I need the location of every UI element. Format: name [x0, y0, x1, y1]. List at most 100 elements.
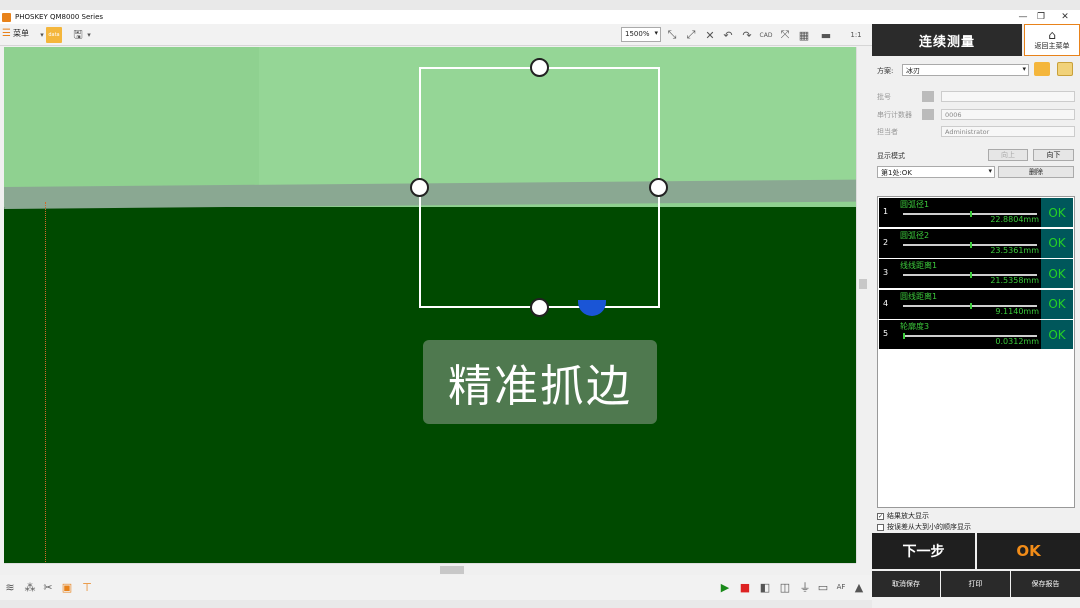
zoom-fit-icon[interactable]: ⤢	[683, 27, 699, 43]
result-name: 轮廓度3	[900, 322, 930, 331]
zoom-result-checkbox[interactable]: ✓ 结果放大显示	[877, 511, 929, 521]
image-toolbar: ☰ 菜单 ▾ data 🖫 ▾ 1500% ▾ ⤡ ⤢ ✕ ↶ ↷ CAD ⤧ ▦…	[0, 24, 872, 46]
tolerance-marker	[970, 272, 972, 278]
undo-icon[interactable]: ↶	[720, 27, 736, 43]
redo-icon[interactable]: ↷	[739, 27, 755, 43]
network-icon[interactable]: ⁂	[22, 579, 38, 595]
lamp-icon[interactable]: ⏚	[797, 579, 813, 595]
home-label: 返回主菜单	[1034, 42, 1070, 50]
bottom-strip	[0, 600, 872, 608]
zoom-select[interactable]: 1500% ▾	[621, 27, 661, 42]
auto-icon[interactable]: ◧	[757, 579, 773, 595]
result-index: 2	[883, 237, 889, 247]
caret-down-icon[interactable]: ▾	[84, 27, 94, 43]
clear-icon[interactable]: ✕	[702, 27, 718, 43]
result-value: 9.1140mm	[995, 306, 1039, 316]
plan-open-icon[interactable]	[1057, 62, 1073, 76]
owner-field[interactable]: Administrator	[941, 126, 1075, 137]
roi-handle-bottom[interactable]	[530, 298, 549, 317]
zoom-value: 1500%	[625, 30, 650, 38]
plan-data-icon[interactable]	[1034, 62, 1050, 76]
stop-icon[interactable]: ■	[737, 579, 753, 595]
display-icon[interactable]: ▬	[818, 27, 834, 43]
restore-icon[interactable]: ❐	[1028, 10, 1054, 24]
pointer-marker	[578, 300, 606, 316]
result-name: 线线距离1	[900, 261, 938, 270]
home-icon: ⌂	[1048, 28, 1056, 42]
fit-view-icon[interactable]: ⤡	[664, 27, 680, 43]
result-value: 21.5358mm	[990, 276, 1039, 285]
roi-handle-top[interactable]	[530, 58, 549, 77]
cad-icon[interactable]: CAD	[758, 27, 774, 43]
display-mode-value: 第1处:OK	[881, 169, 912, 177]
serial-gear-icon[interactable]	[922, 109, 934, 120]
result-row[interactable]: 4 圆线距离1 9.1140mm OK	[879, 289, 1073, 319]
zoom-result-label: 结果放大显示	[887, 512, 929, 520]
tolerance-marker	[970, 302, 972, 309]
scissors-icon[interactable]: ✂	[40, 579, 56, 595]
chevron-down-icon: ▾	[1022, 65, 1026, 73]
next-step-button[interactable]: 下一步	[872, 533, 975, 569]
camera-viewport[interactable]: 精准抓边	[4, 47, 856, 563]
roi-box[interactable]	[419, 67, 660, 308]
stage-icon[interactable]: ▭	[815, 579, 831, 595]
result-index: 1	[883, 207, 889, 216]
plan-select[interactable]: 冰刃 ▾	[902, 64, 1029, 76]
mountain-icon[interactable]: ▲	[851, 579, 867, 595]
result-index: 5	[883, 329, 889, 338]
sort-error-label: 按误差从大到小的顺序显示	[887, 523, 971, 531]
ratio-icon[interactable]: 1:1	[848, 27, 864, 43]
menu-icon: ☰	[2, 28, 11, 39]
chevron-down-icon: ▾	[654, 29, 658, 37]
transform-icon[interactable]: ⤧	[777, 27, 793, 43]
owner-label: 担当者	[877, 128, 898, 136]
batch-gear-icon[interactable]	[922, 91, 934, 102]
window-title: PHOSKEY QM8000 Series	[15, 13, 104, 21]
serial-field[interactable]: 0006	[941, 109, 1075, 120]
measurement-panel: 连续测量 ⌂ 返回主菜单 方案: 冰刃 ▾ 批号 串行计数器 0006 担当者 A…	[872, 24, 1080, 608]
result-status: OK	[1041, 320, 1073, 349]
print-button[interactable]: 打印	[941, 571, 1010, 597]
hierarchy-icon[interactable]: ⊤	[79, 579, 95, 595]
image-icon[interactable]: ▣	[59, 579, 75, 595]
plan-value: 冰刃	[906, 67, 920, 75]
result-name: 圆弧径2	[900, 230, 930, 240]
move-up-button[interactable]: 向上	[988, 149, 1028, 161]
home-button[interactable]: ⌂ 返回主菜单	[1024, 24, 1080, 56]
result-row[interactable]: 3 线线距离1 21.5358mm OK	[879, 259, 1073, 288]
result-status: OK	[1041, 228, 1073, 258]
display-mode-select[interactable]: 第1处:OK ▾	[877, 166, 995, 178]
cancel-save-button[interactable]: 取消保存	[872, 571, 940, 597]
batch-field[interactable]	[941, 91, 1075, 102]
light-icon[interactable]: ◫	[777, 579, 793, 595]
caret-down-icon[interactable]: ▾	[38, 27, 46, 43]
sort-error-checkbox[interactable]: 按误差从大到小的顺序显示	[877, 522, 971, 532]
roi-handle-left[interactable]	[410, 178, 429, 197]
save-report-button[interactable]: 保存报告	[1011, 571, 1080, 597]
caption-overlay: 精准抓边	[423, 340, 657, 424]
batch-label: 批号	[877, 93, 891, 101]
result-index: 4	[883, 298, 889, 308]
result-name: 圆弧径1	[900, 200, 930, 209]
result-row[interactable]: 2 圆弧径2 23.5361mm OK	[879, 228, 1073, 258]
vertical-scroll-thumb[interactable]	[859, 279, 867, 289]
layers-icon[interactable]: ≋	[2, 579, 18, 595]
data-folder-label: data	[48, 32, 60, 38]
results-list[interactable]: 1 圆弧径1 22.8804mm OK 2 圆弧径2 23.5361mm OK 3 线线距离1 21…	[877, 196, 1075, 508]
result-value: 22.8804mm	[990, 215, 1039, 224]
result-row[interactable]: 5 轮廓度3 0.0312mm OK	[879, 320, 1073, 349]
result-row[interactable]: 1 圆弧径1 22.8804mm OK	[879, 198, 1073, 227]
roi-handle-right[interactable]	[649, 178, 668, 197]
af-icon[interactable]: AF	[833, 579, 849, 595]
data-folder-icon[interactable]: data	[46, 27, 62, 43]
close-icon[interactable]: ✕	[1052, 10, 1078, 24]
move-down-button[interactable]: 向下	[1033, 149, 1074, 161]
grid-icon[interactable]: ▦	[796, 27, 812, 43]
delete-button[interactable]: 删除	[998, 166, 1074, 178]
horizontal-scroll-thumb[interactable]	[440, 566, 464, 574]
play-icon[interactable]: ▶	[717, 579, 733, 595]
result-status: OK	[1041, 259, 1073, 288]
menu-button[interactable]: ☰ 菜单	[2, 28, 29, 39]
horizontal-scrollbar[interactable]	[4, 563, 856, 575]
vertical-scrollbar[interactable]	[856, 47, 868, 563]
